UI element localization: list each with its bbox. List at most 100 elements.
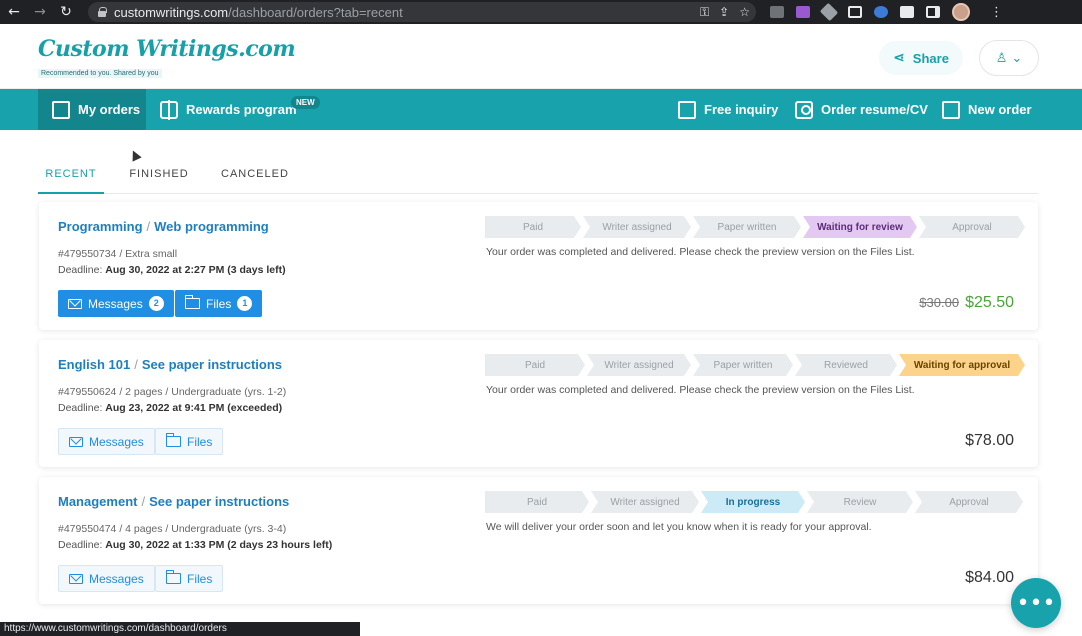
url-host: customwritings.com [114,4,229,20]
status-message: We will deliver your order soon and let … [486,521,872,533]
puzzle-icon[interactable] [900,6,914,18]
order-card: English 101/See paper instructions #4795… [39,340,1038,467]
inquiry-icon [678,100,696,119]
order-progress: Paid Writer assigned Paper written Waiti… [485,216,1027,238]
lock-icon [98,7,107,17]
status-message: Your order was completed and delivered. … [486,246,915,258]
browser-toolbar: ← → ↻ customwritings.com/dashboard/order… [0,0,1082,24]
files-button[interactable]: Files [155,565,224,592]
order-meta: #479550624 / 2 pages / Undergraduate (yr… [58,386,287,398]
files-button[interactable]: Files [155,428,224,455]
share-button[interactable]: ⋖ Share [879,41,963,75]
step-writer-assigned: Writer assigned [591,491,699,513]
resume-icon [795,100,813,119]
step-writer-assigned: Writer assigned [587,354,691,376]
more-menu-icon[interactable]: ⋮ [990,5,1003,20]
chat-button[interactable]: ••• [1011,578,1061,628]
messages-count-badge: 2 [148,296,164,311]
nav-my-orders-label: My orders [78,102,141,117]
step-paper-written: Paper written [693,354,793,376]
share-page-icon[interactable]: ⇪ [719,5,729,20]
deadline-label: Deadline: [58,264,103,276]
new-badge: NEW [291,96,320,109]
order-title[interactable]: Programming / Web programming [58,219,269,234]
step-waiting-for-review: Waiting for review [803,216,917,238]
step-paid: Paid [485,491,589,513]
nav-order-resume[interactable]: Order resume/CV [795,89,928,130]
forward-arrow-icon[interactable]: → [30,2,50,22]
step-approval: Approval [915,491,1023,513]
order-card: Management / See paper instructions #47955… [39,477,1038,604]
chevron-down-icon: ⌄ [1011,50,1023,66]
mail-extension-icon[interactable] [770,6,784,18]
messages-button[interactable]: Messages 2 [58,290,174,317]
order-tabs: RECENT FINISHED CANCELED [38,150,1038,194]
tab-recent[interactable]: RECENT [38,160,104,194]
folder-icon [185,295,200,309]
step-approval: Approval [919,216,1025,238]
shield-extension-icon[interactable] [874,6,888,18]
old-price: $30.00 [919,295,960,310]
reload-icon[interactable]: ↻ [56,2,76,22]
order-subject[interactable]: Management [58,494,137,509]
order-deadline: Deadline: Aug 30, 2022 at 1:33 PM (2 day… [58,539,332,551]
user-menu-button[interactable]: ♙ ⌄ [979,40,1039,76]
step-review: Review [807,491,913,513]
messages-button[interactable]: Messages [58,428,155,455]
order-subject[interactable]: English 101 [58,357,130,372]
step-waiting-for-approval: Waiting for approval [899,354,1025,376]
step-paid: Paid [485,354,585,376]
order-progress: Paid Writer assigned In progress Review … [485,491,1025,513]
chat-dots-icon: ••• [1016,590,1056,616]
sidebar-icon[interactable] [926,6,940,18]
messages-label: Messages [89,434,144,449]
messages-label: Messages [88,296,143,311]
url-path: /dashboard/orders?tab=recent [228,4,403,20]
order-price: $30.00 $25.50 [919,294,1014,312]
order-subject[interactable]: Programming [58,219,143,234]
files-label: Files [187,571,213,586]
discounted-price: $25.50 [965,294,1014,311]
key-icon[interactable]: ⚿ [700,5,709,20]
bookmark-star-icon[interactable]: ☆ [739,5,750,20]
order-topic[interactable]: Web programming [154,219,269,234]
nav-new-order-label: New order [968,102,1032,117]
order-title[interactable]: Management / See paper instructions [58,494,289,509]
order-card: Programming / Web programming #479550734 /… [39,202,1038,330]
messages-button[interactable]: Messages [58,565,155,592]
share-label: Share [912,50,949,66]
nav-rewards[interactable]: Rewards program [160,89,297,130]
tab-finished[interactable]: FINISHED [126,160,192,194]
order-title[interactable]: English 101/See paper instructions [58,357,282,372]
mail-icon [69,573,83,584]
address-bar[interactable]: customwritings.com/dashboard/orders?tab=… [88,2,756,22]
order-topic[interactable]: See paper instructions [142,357,282,372]
nav-my-orders[interactable]: My orders [38,89,146,130]
nav-free-inquiry[interactable]: Free inquiry [678,89,778,130]
order-meta: #479550734 / Extra small [58,248,178,260]
order-topic[interactable]: See paper instructions [149,494,289,509]
step-reviewed: Reviewed [795,354,897,376]
back-arrow-icon[interactable]: ← [4,2,24,22]
deadline-value: Aug 23, 2022 at 9:41 PM (exceeded) [105,402,283,414]
files-button[interactable]: Files 1 [175,290,263,317]
share-icon: ⋖ [893,50,905,66]
nav-new-order[interactable]: New order [942,89,1032,130]
nav-order-resume-label: Order resume/CV [821,102,928,117]
step-paper-written: Paper written [693,216,801,238]
order-meta: #479550474 / 4 pages / Undergraduate (yr… [58,523,287,535]
site-header: Custom Writings.com Recommended to you. … [0,24,1082,89]
user-icon: ♙ [995,50,1008,66]
pen-extension-icon[interactable] [796,6,810,18]
logo[interactable]: Custom Writings.com Recommended to you. … [38,36,296,80]
diamond-extension-icon[interactable] [819,2,839,22]
window-extension-icon[interactable] [848,6,862,18]
order-price: $78.00 [965,432,1014,449]
deadline-value: Aug 30, 2022 at 1:33 PM (2 days 23 hours… [105,539,333,551]
mail-icon [68,298,82,309]
tab-canceled[interactable]: CANCELED [221,160,288,194]
main-nav: My orders Rewards program Free inquiry O… [0,89,1082,130]
deadline-value: Aug 30, 2022 at 2:27 PM (3 days left) [105,264,286,276]
profile-avatar[interactable] [952,3,970,21]
folder-icon [166,570,181,584]
